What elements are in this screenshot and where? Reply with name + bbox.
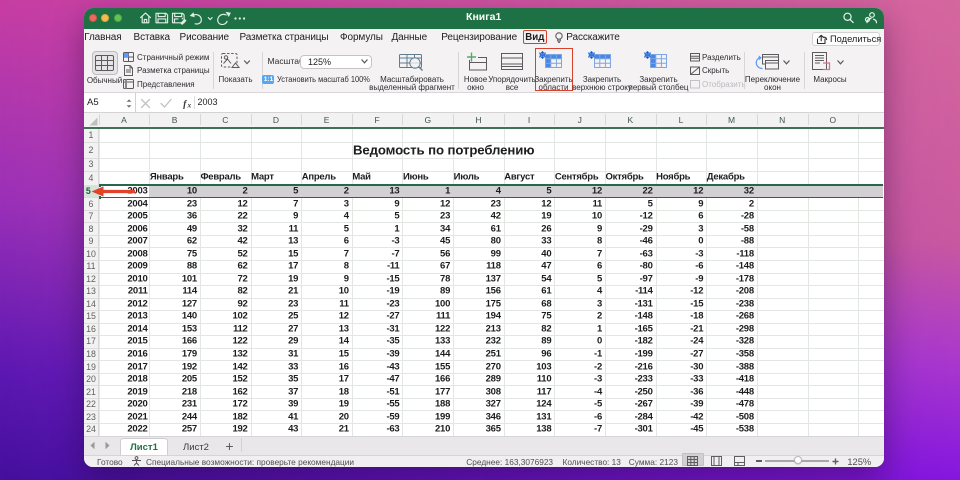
svg-text:x: x [187,101,192,110]
